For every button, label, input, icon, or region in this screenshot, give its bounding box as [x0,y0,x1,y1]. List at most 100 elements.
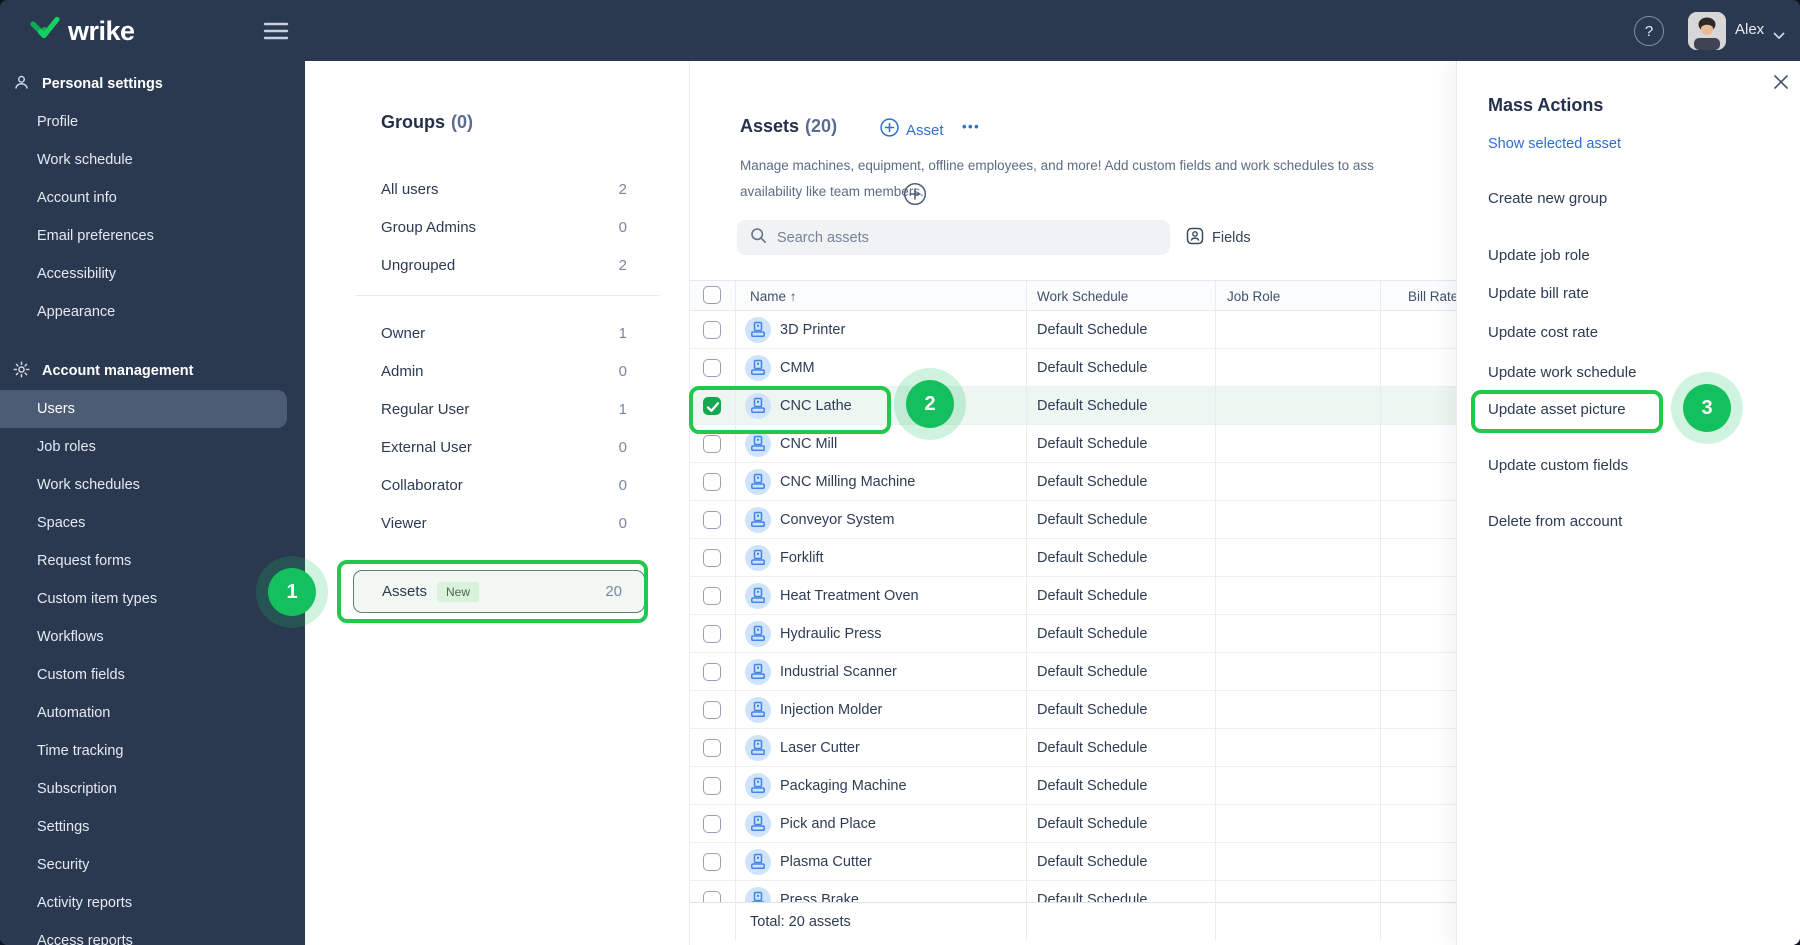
group-item-regular-user[interactable]: Regular User 1 [381,390,627,428]
sidebar-item-profile[interactable]: Profile [0,103,305,141]
table-row-3d-printer[interactable]: 3D Printer Default Schedule [690,311,1560,349]
asset-icon [745,583,771,609]
sidebar-item-accessibility[interactable]: Accessibility [0,255,305,293]
sidebar-item-automation[interactable]: Automation [0,694,305,732]
sidebar-item-access-reports[interactable]: Access reports [0,922,305,945]
row-checkbox[interactable] [703,397,721,415]
column-header-job-role[interactable]: Job Role [1227,281,1280,312]
hamburger-menu-icon[interactable] [263,21,289,41]
table-row-packaging-machine[interactable]: Packaging Machine Default Schedule [690,767,1560,805]
sidebar-item-activity-reports[interactable]: Activity reports [0,884,305,922]
row-checkbox[interactable] [703,739,721,757]
table-row-injection-molder[interactable]: Injection Molder Default Schedule [690,691,1560,729]
sidebar-item-work-schedules[interactable]: Work schedules [0,466,305,504]
group-item-count: 0 [618,514,627,532]
select-all-checkbox[interactable] [703,286,721,304]
sidebar-item-custom-item-types[interactable]: Custom item types [0,580,305,618]
mass-action-update-cost-rate[interactable]: Update cost rate [1488,322,1598,344]
sidebar-item-security[interactable]: Security [0,846,305,884]
row-checkbox[interactable] [703,853,721,871]
group-item-label: Viewer [381,514,427,532]
column-header-work-schedule[interactable]: Work Schedule [1037,281,1128,312]
group-item-admin[interactable]: Admin 0 [381,352,627,390]
sidebar-section-label: Personal settings [42,76,163,92]
mass-action-update-work-schedule[interactable]: Update work schedule [1488,362,1636,384]
groups-divider [355,295,660,296]
sidebar-item-appearance[interactable]: Appearance [0,293,305,331]
row-checkbox[interactable] [703,321,721,339]
row-checkbox[interactable] [703,473,721,491]
row-checkbox[interactable] [703,701,721,719]
search-input[interactable] [777,229,1137,246]
row-checkbox[interactable] [703,587,721,605]
chevron-down-icon[interactable] [1773,27,1785,45]
sidebar-item-subscription[interactable]: Subscription [0,770,305,808]
table-row-cnc-mill[interactable]: CNC Mill Default Schedule [690,425,1560,463]
group-item-viewer[interactable]: Viewer 0 [381,504,627,542]
search-box [737,220,1170,255]
asset-work-schedule: Default Schedule [1037,816,1148,832]
table-row-industrial-scanner[interactable]: Industrial Scanner Default Schedule [690,653,1560,691]
column-header-bill-rate[interactable]: Bill Rate [1408,281,1458,312]
add-asset-button[interactable]: Asset [880,118,944,142]
group-item-all-users[interactable]: All users 2 [381,170,627,208]
mass-action-create-new-group[interactable]: Create new group [1488,188,1607,210]
sidebar-item-work-schedule[interactable]: Work schedule [0,141,305,179]
add-group-button[interactable] [903,182,927,206]
fields-button[interactable]: Fields [1186,227,1251,249]
table-row-forklift[interactable]: Forklift Default Schedule [690,539,1560,577]
table-row-cnc-lathe[interactable]: CNC Lathe Default Schedule [690,387,1560,425]
asset-work-schedule: Default Schedule [1037,360,1148,376]
mass-action-delete-from-account[interactable]: Delete from account [1488,511,1622,533]
row-checkbox[interactable] [703,511,721,529]
table-row-pick-and-place[interactable]: Pick and Place Default Schedule [690,805,1560,843]
show-selected-asset-link[interactable]: Show selected asset [1488,136,1621,152]
sidebar-section-personal-settings[interactable]: Personal settings [0,65,305,103]
sidebar-item-email-preferences[interactable]: Email preferences [0,217,305,255]
mass-action-update-job-role[interactable]: Update job role [1488,245,1590,267]
sidebar-item-account-info[interactable]: Account info [0,179,305,217]
mass-action-update-bill-rate[interactable]: Update bill rate [1488,283,1589,305]
row-checkbox[interactable] [703,815,721,833]
row-checkbox[interactable] [703,549,721,567]
group-item-collaborator[interactable]: Collaborator 0 [381,466,627,504]
table-row-heat-treatment-oven[interactable]: Heat Treatment Oven Default Schedule [690,577,1560,615]
sidebar-item-settings[interactable]: Settings [0,808,305,846]
row-checkbox[interactable] [703,663,721,681]
sidebar-item-users[interactable]: Users [0,390,287,428]
row-checkbox[interactable] [703,625,721,643]
assets-description-line2: availability like team members. [740,184,924,199]
avatar[interactable] [1688,12,1726,50]
table-row-laser-cutter[interactable]: Laser Cutter Default Schedule [690,729,1560,767]
table-row-cmm[interactable]: CMM Default Schedule [690,349,1560,387]
close-icon[interactable] [1773,74,1793,94]
sidebar-section-account-management[interactable]: Account management [0,352,305,390]
mass-action-update-custom-fields[interactable]: Update custom fields [1488,455,1628,477]
table-row-plasma-cutter[interactable]: Plasma Cutter Default Schedule [690,843,1560,881]
sidebar-item-spaces[interactable]: Spaces [0,504,305,542]
row-checkbox[interactable] [703,777,721,795]
sidebar-item-assets[interactable]: Assets New 20 [353,570,645,613]
group-item-owner[interactable]: Owner 1 [381,314,627,352]
sidebar-item-custom-fields[interactable]: Custom fields [0,656,305,694]
column-header-name[interactable]: Name ↑ [750,281,797,312]
sidebar-item-job-roles[interactable]: Job roles [0,428,305,466]
group-item-group-admins[interactable]: Group Admins 0 [381,208,627,246]
group-item-external-user[interactable]: External User 0 [381,428,627,466]
row-checkbox[interactable] [703,359,721,377]
more-menu-button[interactable]: ••• [962,119,980,134]
mass-action-update-asset-picture[interactable]: Update asset picture [1488,399,1626,421]
row-checkbox[interactable] [703,435,721,453]
table-row-conveyor-system[interactable]: Conveyor System Default Schedule [690,501,1560,539]
table-row-hydraulic-press[interactable]: Hydraulic Press Default Schedule [690,615,1560,653]
group-item-ungrouped[interactable]: Ungrouped 2 [381,246,627,284]
table-row-cnc-milling-machine[interactable]: CNC Milling Machine Default Schedule [690,463,1560,501]
sidebar-item-request-forms[interactable]: Request forms [0,542,305,580]
user-name[interactable]: Alex [1735,21,1764,38]
person-icon [13,74,30,95]
sidebar-item-time-tracking[interactable]: Time tracking [0,732,305,770]
asset-work-schedule: Default Schedule [1037,550,1148,566]
sidebar-item-workflows[interactable]: Workflows [0,618,305,656]
asset-work-schedule: Default Schedule [1037,588,1148,604]
help-icon[interactable]: ? [1634,16,1664,46]
